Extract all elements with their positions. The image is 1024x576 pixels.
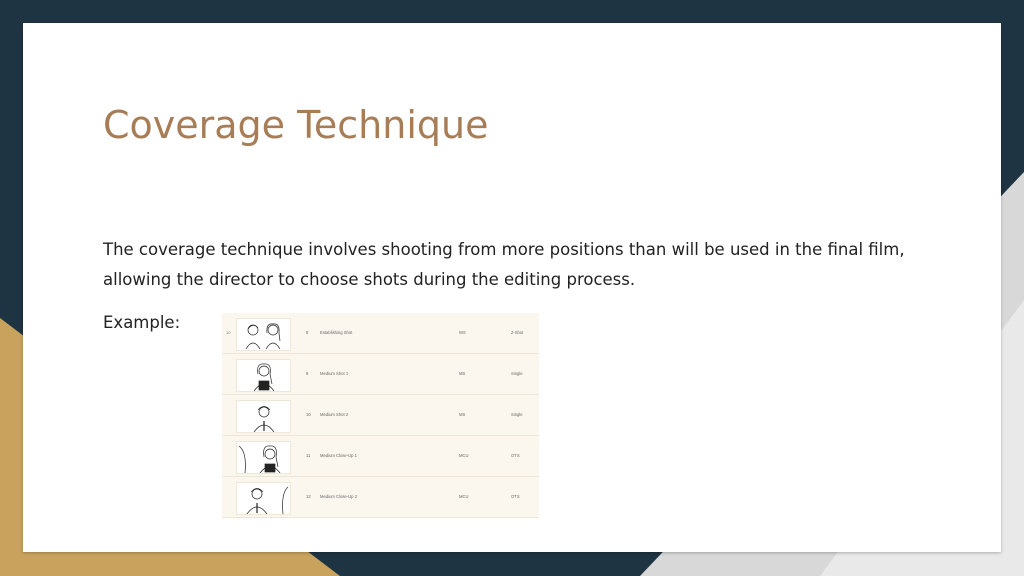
shot-type: 2-Shot bbox=[511, 330, 524, 335]
shot-name: Establishing Shot bbox=[320, 330, 353, 335]
table-row: 10 8 Establishing Shot WS 2-Shot bbox=[222, 313, 539, 354]
shot-type: Single bbox=[511, 412, 523, 417]
storyboard-thumbnail bbox=[236, 359, 291, 392]
scene-number: 10 bbox=[226, 330, 231, 335]
shot-number: 10 bbox=[306, 412, 311, 417]
shot-number: 12 bbox=[306, 494, 311, 499]
shot-name: Medium Shot 2 bbox=[320, 412, 349, 417]
shot-name: Medium Close-Up 1 bbox=[320, 453, 358, 458]
shot-name: Medium Shot 1 bbox=[320, 371, 349, 376]
table-row: 9 Medium Shot 1 MS Single bbox=[222, 354, 539, 395]
slide-title: Coverage Technique bbox=[103, 103, 489, 147]
shot-type: Single bbox=[511, 371, 523, 376]
shot-type: OTS bbox=[511, 494, 520, 499]
shot-type: OTS bbox=[511, 453, 520, 458]
shot-size: MS bbox=[459, 412, 466, 417]
example-label: Example: bbox=[103, 313, 181, 332]
table-row: 10 Medium Shot 2 MS Single bbox=[222, 395, 539, 436]
shot-list-table: 10 8 Establishing Shot WS 2-Shot 9 Mediu… bbox=[222, 313, 539, 518]
shot-size: WS bbox=[459, 330, 466, 335]
storyboard-thumbnail bbox=[236, 441, 291, 474]
slide-card: Coverage Technique The coverage techniqu… bbox=[23, 23, 1001, 552]
shot-size: MCU bbox=[459, 453, 469, 458]
shot-name: Medium Close-Up 2 bbox=[320, 494, 358, 499]
storyboard-thumbnail bbox=[236, 482, 291, 515]
shot-number: 8 bbox=[306, 330, 309, 335]
table-row: 11 Medium Close-Up 1 MCU OTS bbox=[222, 436, 539, 477]
shot-number: 9 bbox=[306, 371, 309, 376]
slide-body-text: The coverage technique involves shooting… bbox=[103, 240, 905, 289]
shot-number: 11 bbox=[306, 453, 311, 458]
shot-size: MCU bbox=[459, 494, 469, 499]
storyboard-thumbnail bbox=[236, 400, 291, 433]
storyboard-thumbnail bbox=[236, 318, 291, 351]
table-row: 12 Medium Close-Up 2 MCU OTS bbox=[222, 477, 539, 518]
shot-size: MS bbox=[459, 371, 466, 376]
